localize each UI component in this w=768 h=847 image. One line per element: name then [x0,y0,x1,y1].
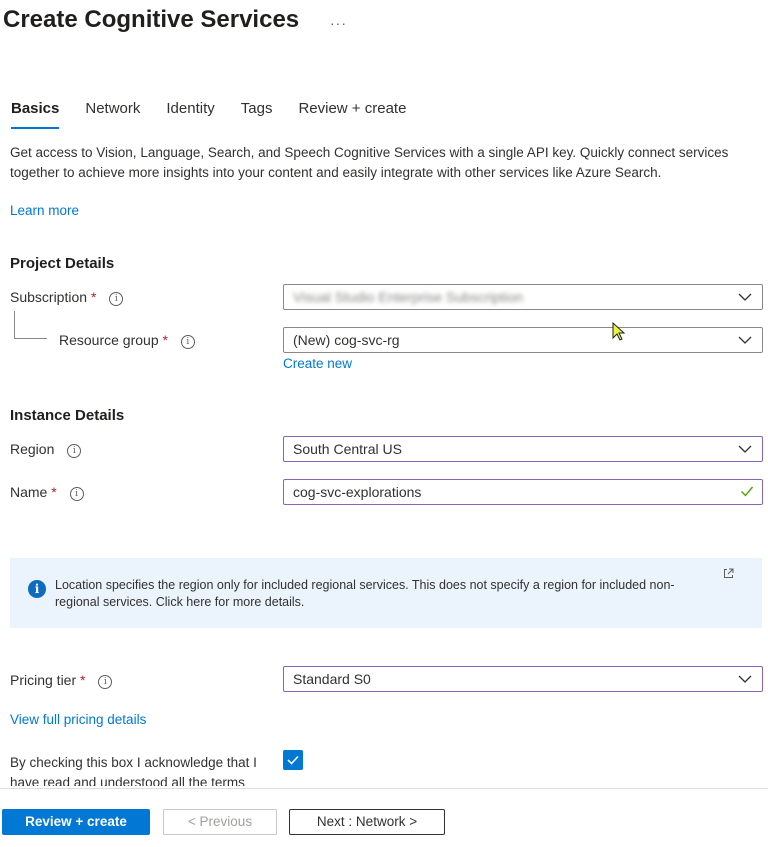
subscription-label-text: Subscription [10,289,88,305]
external-link-icon[interactable] [723,568,734,579]
required-marker: * [90,289,97,305]
resource-group-label-text: Resource group [59,332,159,348]
required-marker: * [162,332,168,348]
previous-button[interactable]: < Previous [163,809,277,835]
learn-more-link[interactable]: Learn more [10,203,79,218]
info-box-text: Location specifies the region only for i… [55,578,675,609]
instance-details-heading: Instance Details [10,407,125,424]
info-circle-icon[interactable]: i [109,292,124,306]
page-title: Create Cognitive Services [3,6,300,33]
chevron-down-icon [738,675,752,683]
region-label-text: Region [10,441,55,457]
subscription-dropdown[interactable]: Visual Studio Enterprise Subscription [283,284,763,310]
subscription-label: Subscription * i [10,289,124,306]
region-dropdown[interactable]: South Central US [283,436,763,462]
pricing-tier-dropdown[interactable]: Standard S0 [283,666,763,692]
mouse-pointer-icon [612,322,626,341]
tab-basics[interactable]: Basics [11,99,60,129]
create-new-link[interactable]: Create new [283,356,352,371]
project-details-heading: Project Details [10,255,115,272]
acknowledge-text: By checking this box I acknowledge that … [10,755,257,786]
tree-connector [14,311,15,338]
next-network-button[interactable]: Next : Network > [289,809,445,835]
region-value: South Central US [293,441,402,457]
chevron-down-icon [738,293,752,301]
review-create-button[interactable]: Review + create [2,809,150,835]
pricing-tier-label: Pricing tier * i [10,672,113,689]
resource-group-value: (New) cog-svc-rg [293,332,400,348]
tree-connector-branch [14,338,47,339]
pricing-tier-label-text: Pricing tier [10,672,77,688]
subscription-value: Visual Studio Enterprise Subscription [293,289,524,305]
checkmark-icon [287,755,299,765]
info-box[interactable]: i Location specifies the region only for… [10,558,762,628]
tab-tags[interactable]: Tags [241,99,273,129]
name-value: cog-svc-explorations [293,484,422,500]
info-circle-icon[interactable]: i [67,444,82,458]
more-options-button[interactable]: ··· [330,15,347,31]
resource-group-label: Resource group * i [59,332,195,349]
info-circle-icon[interactable]: i [69,487,84,501]
info-circle-icon[interactable]: i [98,675,113,689]
required-marker: * [80,672,86,688]
name-input[interactable]: cog-svc-explorations [283,479,763,505]
chevron-down-icon [738,445,752,453]
resource-group-dropdown[interactable]: (New) cog-svc-rg [283,327,763,353]
description: Get access to Vision, Language, Search, … [10,145,729,180]
tab-review-create[interactable]: Review + create [298,99,406,129]
info-circle-icon[interactable]: i [180,335,195,349]
info-filled-icon: i [28,580,46,598]
tab-bar: Basics Network Identity Tags Review + cr… [11,99,432,129]
view-pricing-link[interactable]: View full pricing details [10,712,146,727]
required-marker: * [51,484,57,500]
name-label-text: Name [10,484,48,500]
region-label: Region i [10,441,82,458]
chevron-down-icon [738,336,752,344]
name-label: Name * i [10,484,84,501]
acknowledge-checkbox[interactable] [283,750,303,770]
checkmark-icon [741,486,754,497]
tab-network[interactable]: Network [85,99,140,129]
tab-identity[interactable]: Identity [166,99,214,129]
pricing-tier-value: Standard S0 [293,671,371,687]
